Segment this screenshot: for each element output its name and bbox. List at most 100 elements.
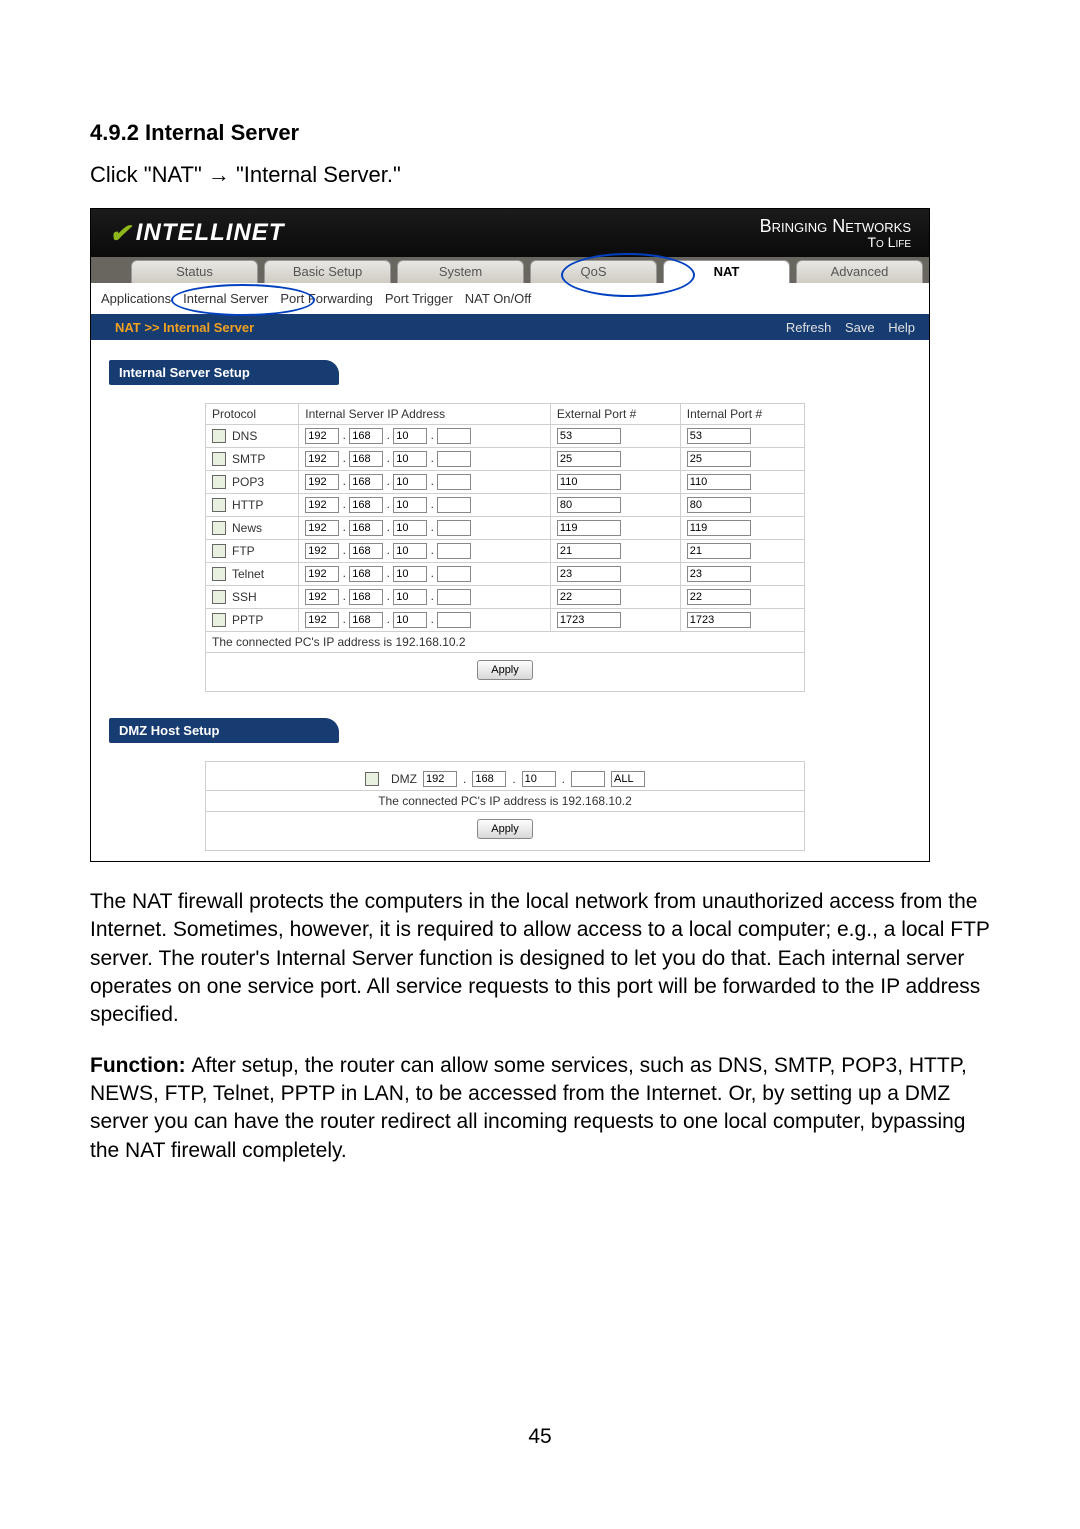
external-port[interactable] [557, 589, 621, 605]
ip-octet-4[interactable] [437, 612, 471, 628]
external-port[interactable] [557, 612, 621, 628]
ip-octet-1[interactable] [305, 589, 339, 605]
tab-nat[interactable]: NAT [663, 260, 790, 283]
tab-system[interactable]: System [397, 260, 524, 283]
row-checkbox[interactable] [212, 452, 226, 466]
router-screenshot: ✔ INTELLINET Bringing Networks To Life S… [90, 208, 930, 862]
ip-octet-3[interactable] [393, 589, 427, 605]
internal-server-table: Protocol Internal Server IP Address Exte… [205, 403, 805, 692]
ip-octet-2[interactable] [349, 612, 383, 628]
row-checkbox[interactable] [212, 498, 226, 512]
paragraph-2: Function: After setup, the router can al… [90, 1052, 990, 1165]
external-port[interactable] [557, 428, 621, 444]
ip-octet-2[interactable] [349, 474, 383, 490]
ip-octet-1[interactable] [305, 612, 339, 628]
ip-octet-1[interactable] [305, 428, 339, 444]
ip-octet-1[interactable] [305, 451, 339, 467]
subtab-internal-server[interactable]: Internal Server [183, 291, 268, 306]
panel-header: NAT >> Internal Server Refresh Save Help [91, 314, 929, 340]
external-port[interactable] [557, 497, 621, 513]
apply-button-internal[interactable]: Apply [477, 660, 533, 680]
refresh-button[interactable]: Refresh [786, 320, 832, 335]
dmz-label: DMZ [391, 772, 417, 786]
protocol-label: FTP [232, 544, 255, 558]
ip-octet-2[interactable] [349, 566, 383, 582]
ip-octet-4[interactable] [437, 474, 471, 490]
row-checkbox[interactable] [212, 521, 226, 535]
ip-octet-3[interactable] [393, 520, 427, 536]
internal-port [687, 543, 751, 559]
ip-octet-2[interactable] [349, 543, 383, 559]
ip-octet-1[interactable] [305, 543, 339, 559]
ip-octet-2[interactable] [349, 520, 383, 536]
protocol-label: News [232, 521, 262, 535]
subtab-port-forwarding[interactable]: Port Forwarding [280, 291, 372, 306]
tab-advanced[interactable]: Advanced [796, 260, 923, 283]
save-button[interactable]: Save [845, 320, 875, 335]
function-label: Function: [90, 1054, 191, 1077]
ip-octet-3[interactable] [393, 428, 427, 444]
protocol-label: POP3 [232, 475, 264, 489]
ip-octet-4[interactable] [437, 428, 471, 444]
external-port[interactable] [557, 566, 621, 582]
dmz-ip-2[interactable] [472, 771, 506, 787]
ip-octet-3[interactable] [393, 612, 427, 628]
ip-octet-1[interactable] [305, 474, 339, 490]
ip-octet-1[interactable] [305, 520, 339, 536]
row-checkbox[interactable] [212, 613, 226, 627]
row-checkbox[interactable] [212, 567, 226, 581]
ip-octet-3[interactable] [393, 543, 427, 559]
ip-octet-2[interactable] [349, 497, 383, 513]
tab-status[interactable]: Status [131, 260, 258, 283]
row-checkbox[interactable] [212, 544, 226, 558]
page-number: 45 [0, 1425, 1080, 1449]
table-row: Telnet . . . [206, 563, 805, 586]
ip-octet-4[interactable] [437, 451, 471, 467]
dmz-table: DMZ . . . The connected PC's IP address … [205, 761, 805, 851]
dmz-ip-3[interactable] [522, 771, 556, 787]
main-tab-bar: Status Basic Setup System QoS NAT Advanc… [91, 257, 929, 283]
row-checkbox[interactable] [212, 475, 226, 489]
ip-octet-1[interactable] [305, 566, 339, 582]
ip-octet-3[interactable] [393, 474, 427, 490]
row-checkbox[interactable] [212, 429, 226, 443]
external-port[interactable] [557, 451, 621, 467]
help-button[interactable]: Help [888, 320, 915, 335]
protocol-label: PPTP [232, 613, 263, 627]
dmz-ip-4[interactable] [571, 771, 605, 787]
ip-octet-4[interactable] [437, 589, 471, 605]
tagline-line1: Bringing Networks [760, 217, 911, 235]
internal-port [687, 566, 751, 582]
ip-octet-3[interactable] [393, 497, 427, 513]
apply-button-dmz[interactable]: Apply [477, 819, 533, 839]
connected-pc-note: The connected PC's IP address is 192.168… [206, 632, 805, 653]
subtab-applications[interactable]: Applications [101, 291, 171, 306]
ip-octet-3[interactable] [393, 451, 427, 467]
dmz-checkbox[interactable] [365, 772, 379, 786]
ip-octet-2[interactable] [349, 451, 383, 467]
tab-basic-setup[interactable]: Basic Setup [264, 260, 391, 283]
row-checkbox[interactable] [212, 590, 226, 604]
dmz-ip-1[interactable] [423, 771, 457, 787]
table-row: PPTP . . . [206, 609, 805, 632]
ip-octet-4[interactable] [437, 543, 471, 559]
tab-qos[interactable]: QoS [530, 260, 657, 283]
ip-octet-1[interactable] [305, 497, 339, 513]
ip-octet-2[interactable] [349, 589, 383, 605]
internal-port [687, 612, 751, 628]
external-port[interactable] [557, 474, 621, 490]
internal-port [687, 474, 751, 490]
subtab-nat-onoff[interactable]: NAT On/Off [465, 291, 531, 306]
function-text: After setup, the router can allow some s… [90, 1054, 967, 1162]
external-port[interactable] [557, 520, 621, 536]
ip-octet-3[interactable] [393, 566, 427, 582]
ip-octet-4[interactable] [437, 566, 471, 582]
external-port[interactable] [557, 543, 621, 559]
ip-octet-4[interactable] [437, 520, 471, 536]
internal-port [687, 497, 751, 513]
ip-octet-4[interactable] [437, 497, 471, 513]
protocol-label: Telnet [232, 567, 264, 581]
ip-octet-2[interactable] [349, 428, 383, 444]
table-row: SMTP . . . [206, 448, 805, 471]
subtab-port-trigger[interactable]: Port Trigger [385, 291, 453, 306]
